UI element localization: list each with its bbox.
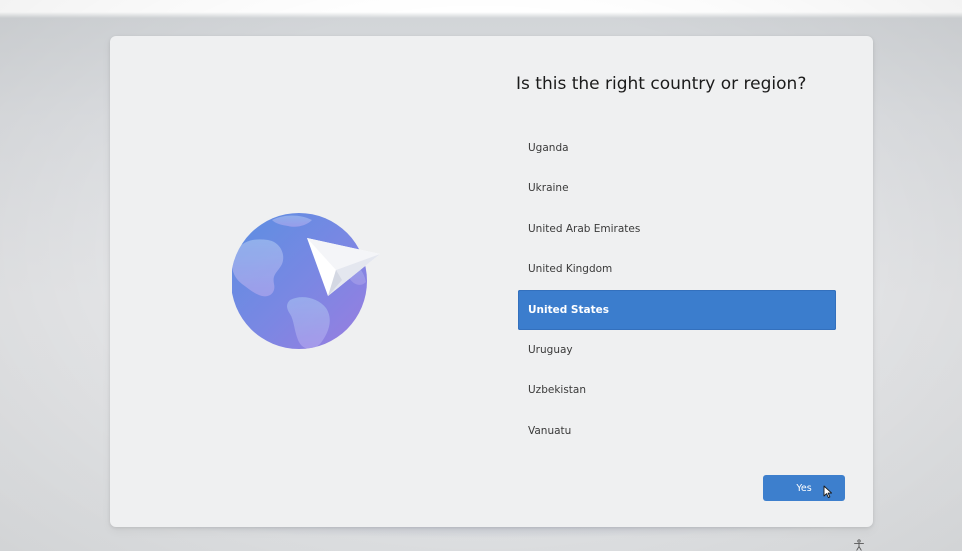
accessibility-icon[interactable] xyxy=(853,539,865,551)
country-list[interactable]: Uganda Ukraine United Arab Emirates Unit… xyxy=(518,128,836,451)
country-item-vanuatu[interactable]: Vanuatu xyxy=(518,411,836,451)
mouse-pointer-icon xyxy=(823,485,833,499)
country-item-united-arab-emirates[interactable]: United Arab Emirates xyxy=(518,209,836,249)
country-item-uzbekistan[interactable]: Uzbekistan xyxy=(518,370,836,410)
globe-icon xyxy=(231,213,380,349)
country-item-united-states-selected[interactable]: United States xyxy=(518,289,836,330)
page-title: Is this the right country or region? xyxy=(516,74,807,94)
setup-card: Is this the right country or region? Uga… xyxy=(110,36,873,527)
country-item-ukraine[interactable]: Ukraine xyxy=(518,168,836,208)
country-item-uruguay[interactable]: Uruguay xyxy=(518,330,836,370)
country-item-uganda[interactable]: Uganda xyxy=(518,128,836,168)
globe-illustration xyxy=(231,210,382,356)
country-item-united-kingdom[interactable]: United Kingdom xyxy=(518,249,836,289)
